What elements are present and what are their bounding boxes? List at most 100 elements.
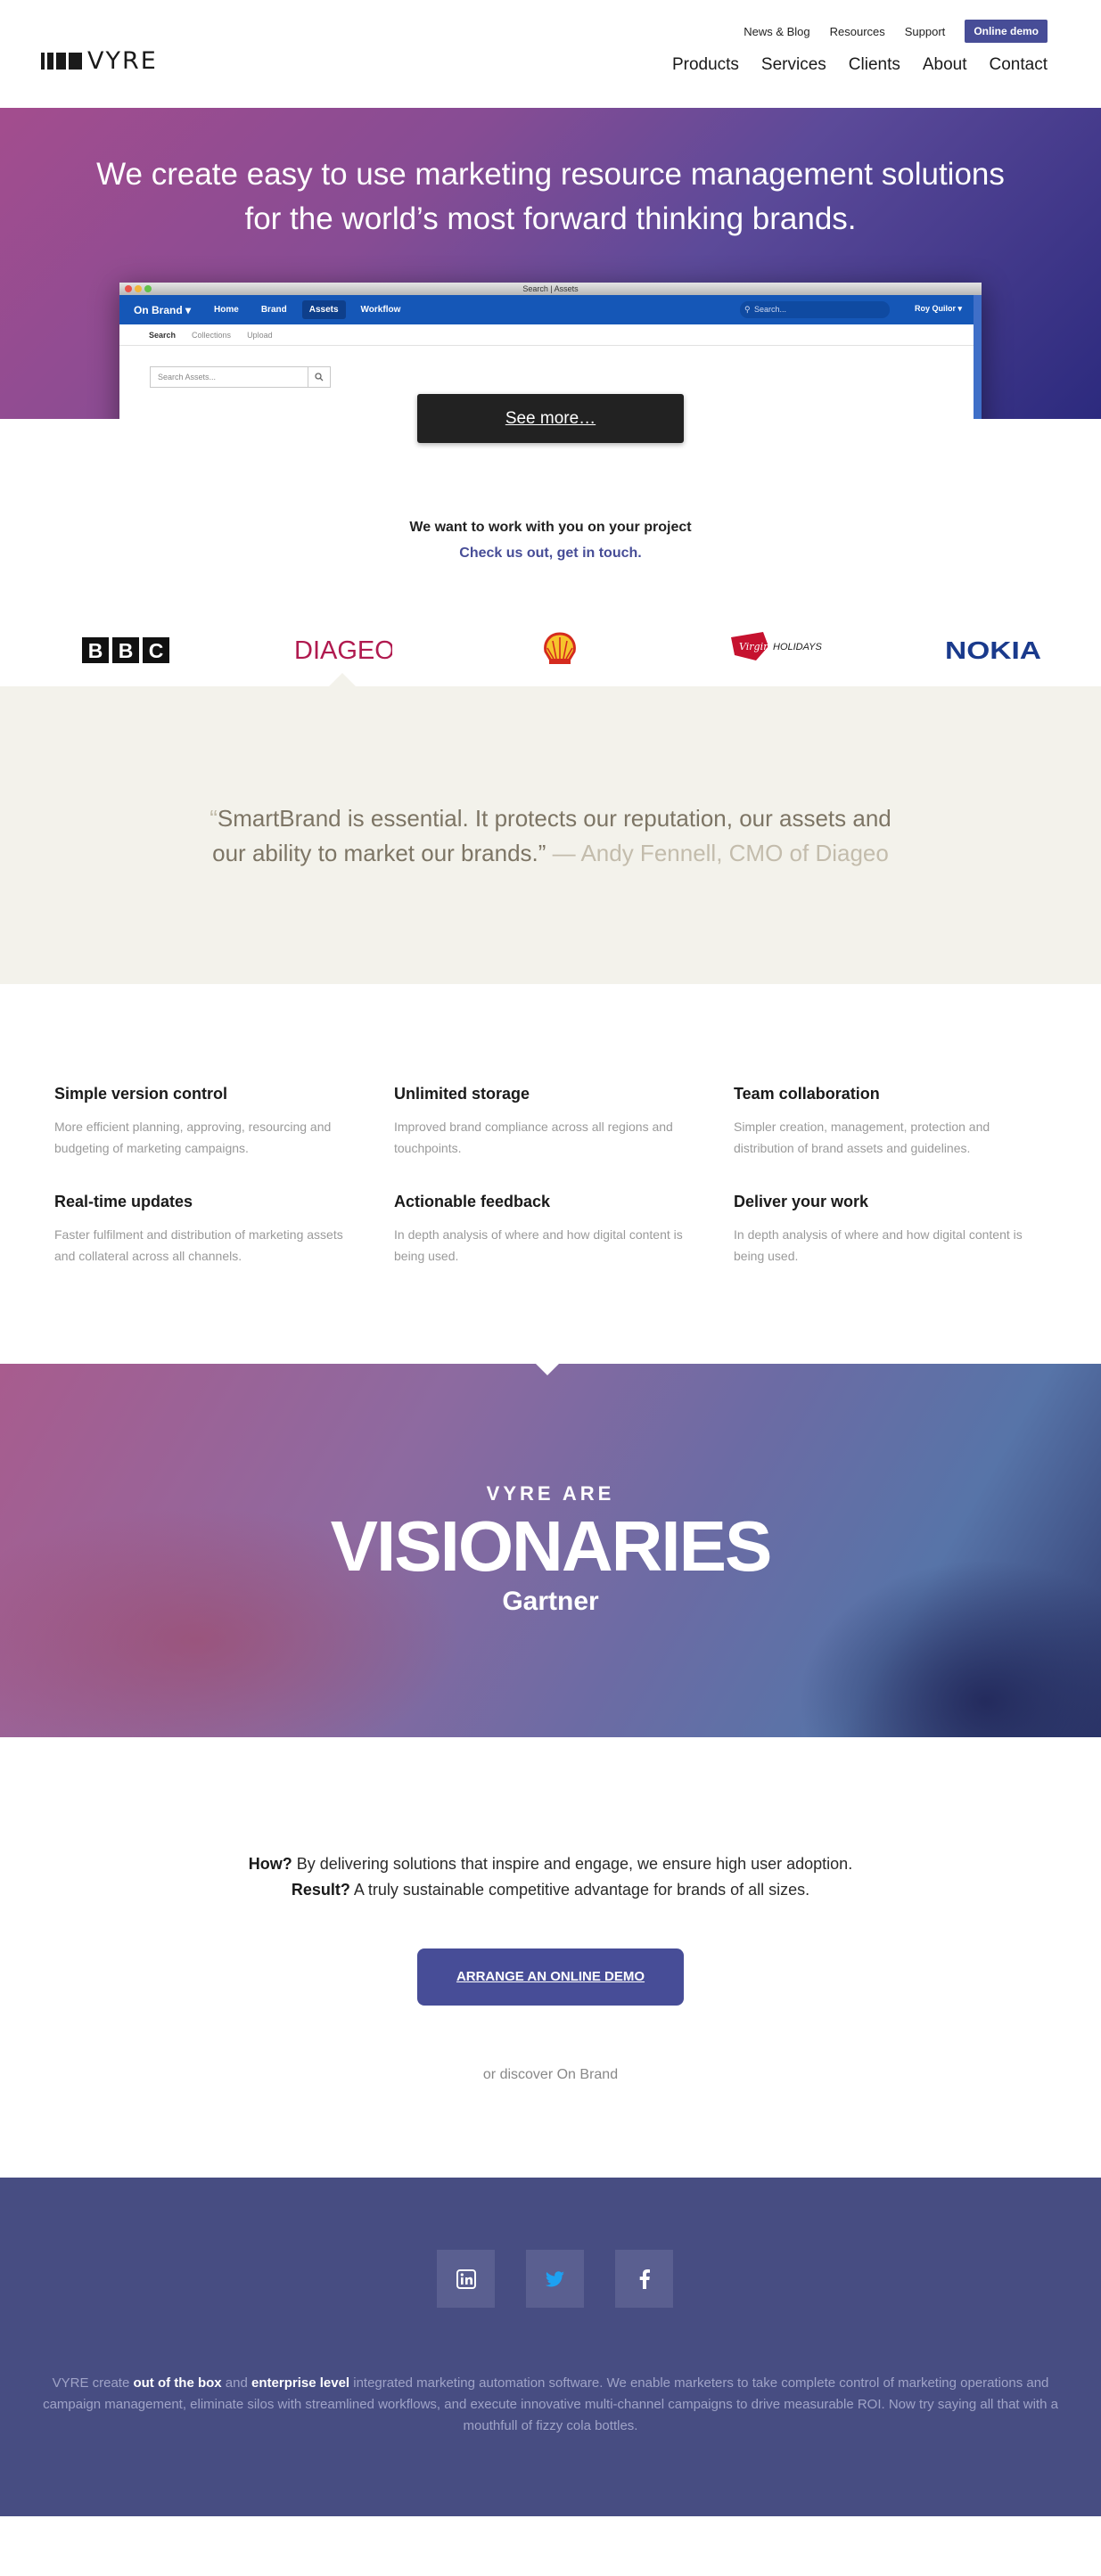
svg-text:DIAGEO: DIAGEO bbox=[294, 636, 392, 664]
result-text: A truly sustainable competitive advantag… bbox=[349, 1881, 810, 1899]
hero-title-line-1: We create easy to use marketing resource… bbox=[96, 157, 1005, 192]
quote-line-2: our ability to market our brands.” bbox=[212, 840, 546, 866]
social-links bbox=[437, 2250, 673, 2308]
svg-text:B: B bbox=[88, 639, 103, 662]
nav-news-blog[interactable]: News & Blog bbox=[744, 25, 809, 38]
utility-nav: News & Blog Resources Support Online dem… bbox=[744, 20, 1048, 43]
footer-blurb: VYRE create out of the box and enterpris… bbox=[43, 2375, 1058, 2433]
testimonial-pointer bbox=[328, 673, 357, 687]
logo-mark bbox=[41, 53, 82, 70]
subnav-collections: Collections bbox=[192, 330, 232, 340]
logo-wordmark: VYRE bbox=[87, 47, 158, 75]
twitter-button[interactable] bbox=[526, 2250, 584, 2308]
window-controls bbox=[125, 285, 152, 292]
linkedin-icon bbox=[456, 2268, 476, 2289]
main-nav: Products Services Clients About Contact bbox=[672, 55, 1048, 75]
testimonial-quote: “SmartBrand is essential. It protects ou… bbox=[0, 801, 1101, 871]
nav-contact[interactable]: Contact bbox=[990, 55, 1048, 75]
nav-products[interactable]: Products bbox=[672, 55, 739, 75]
hero-title: We create easy to use marketing resource… bbox=[0, 152, 1101, 242]
client-logos: B B C DIAGEO Virgin HOLIDAYS NOKIA bbox=[0, 619, 1101, 677]
gartner-source: Gartner bbox=[502, 1587, 599, 1616]
feature-title: Deliver your work bbox=[734, 1193, 869, 1210]
app-navbar: On Brand ▾ Home Brand Assets Workflow ⚲ … bbox=[119, 295, 982, 324]
see-more-button[interactable]: See more… bbox=[417, 394, 684, 443]
features-section: Simple version control More efficient pl… bbox=[0, 984, 1101, 1364]
testimonial-section: “SmartBrand is essential. It protects ou… bbox=[0, 673, 1101, 984]
browser-titlebar: Search | Assets bbox=[119, 283, 982, 295]
feature-text: Improved brand compliance across all reg… bbox=[394, 1120, 673, 1155]
asset-search-button bbox=[308, 366, 331, 388]
work-with-us-text: We want to work with you on your project bbox=[409, 520, 692, 535]
feature-title: Actionable feedback bbox=[394, 1193, 551, 1210]
diageo-logo: DIAGEO bbox=[294, 636, 392, 664]
how-section: How? By delivering solutions that inspir… bbox=[0, 1737, 1101, 2178]
quote-mark: “ bbox=[210, 805, 218, 832]
section-pointer bbox=[536, 1364, 559, 1375]
feature-text: Simpler creation, management, protection… bbox=[734, 1120, 990, 1155]
feature-item: Unlimited storage Improved brand complia… bbox=[394, 1085, 697, 1159]
site-header: VYRE News & Blog Resources Support Onlin… bbox=[0, 0, 1101, 108]
online-demo-button[interactable]: Online demo bbox=[965, 20, 1048, 43]
maximize-dot-icon bbox=[144, 285, 152, 292]
app-scrollbar bbox=[974, 295, 982, 419]
app-nav-home: Home bbox=[214, 305, 239, 315]
hero-title-line-2: for the world’s most forward thinking br… bbox=[244, 201, 857, 236]
feature-item: Deliver your work In depth analysis of w… bbox=[734, 1193, 1037, 1267]
app-nav-workflow: Workflow bbox=[360, 305, 401, 315]
feature-item: Team collaboration Simpler creation, man… bbox=[734, 1085, 1037, 1159]
work-with-us-section: We want to work with you on your project… bbox=[0, 419, 1101, 686]
svg-text:C: C bbox=[149, 639, 164, 662]
facebook-icon bbox=[639, 2268, 650, 2289]
magnifier-icon bbox=[315, 373, 324, 381]
vision-headline: VISIONARIES bbox=[330, 1506, 773, 1586]
feature-item: Actionable feedback In depth analysis of… bbox=[394, 1193, 697, 1267]
feature-item: Simple version control More efficient pl… bbox=[54, 1085, 357, 1159]
feature-title: Unlimited storage bbox=[394, 1085, 530, 1103]
quote-line-1: SmartBrand is essential. It protects our… bbox=[217, 805, 891, 832]
svg-text:HOLIDAYS: HOLIDAYS bbox=[773, 642, 822, 652]
svg-text:B: B bbox=[119, 639, 134, 662]
discover-on-brand-link[interactable]: or discover On Brand bbox=[0, 2067, 1101, 2083]
vyre-logo[interactable]: VYRE bbox=[41, 47, 158, 75]
how-text: By delivering solutions that inspire and… bbox=[292, 1855, 853, 1873]
svg-text:NOKIA: NOKIA bbox=[945, 637, 1041, 662]
shell-logo bbox=[542, 632, 578, 666]
app-nav-brand: Brand bbox=[260, 305, 287, 315]
quote-attribution: — Andy Fennell, CMO of Diageo bbox=[552, 840, 889, 866]
nav-resources[interactable]: Resources bbox=[830, 25, 885, 38]
facebook-button[interactable] bbox=[615, 2250, 673, 2308]
subnav-upload: Upload bbox=[247, 330, 273, 340]
vision-kicker: VYRE ARE bbox=[486, 1482, 615, 1505]
how-result-text: How? By delivering solutions that inspir… bbox=[0, 1851, 1101, 1903]
twitter-icon bbox=[545, 2270, 564, 2286]
feature-text: More efficient planning, approving, reso… bbox=[54, 1120, 332, 1155]
feature-title: Real-time updates bbox=[54, 1193, 193, 1210]
arrange-demo-button[interactable]: ARRANGE AN ONLINE DEMO bbox=[417, 1948, 684, 2006]
visionaries-banner: VYRE ARE VISIONARIES Gartner bbox=[0, 1364, 1101, 1737]
minimize-dot-icon bbox=[135, 285, 142, 292]
virgin-holidays-logo: Virgin HOLIDAYS bbox=[729, 628, 827, 664]
app-brand-menu: On Brand ▾ bbox=[134, 303, 192, 316]
asset-search: Search Assets... bbox=[150, 366, 331, 388]
app-user-menu: Roy Quilor ▾ bbox=[914, 304, 962, 313]
feature-item: Real-time updates Faster fulfilment and … bbox=[54, 1193, 357, 1267]
nav-services[interactable]: Services bbox=[761, 55, 826, 75]
feature-text: Faster fulfilment and distribution of ma… bbox=[54, 1227, 343, 1263]
search-icon: ⚲ bbox=[744, 305, 751, 314]
nav-support[interactable]: Support bbox=[905, 25, 946, 38]
nokia-logo: NOKIA bbox=[945, 637, 1043, 662]
linkedin-button[interactable] bbox=[437, 2250, 495, 2308]
nav-about[interactable]: About bbox=[923, 55, 967, 75]
nav-clients[interactable]: Clients bbox=[849, 55, 900, 75]
hero-section: We create easy to use marketing resource… bbox=[0, 108, 1101, 419]
svg-text:Virgin: Virgin bbox=[739, 641, 769, 652]
app-subnav: Search Collections Upload bbox=[119, 324, 982, 346]
asset-search-input: Search Assets... bbox=[150, 366, 308, 388]
browser-title: Search | Assets bbox=[522, 284, 579, 293]
app-search-field: ⚲ Search... bbox=[740, 301, 890, 318]
site-footer: VYRE create out of the box and enterpris… bbox=[0, 2178, 1101, 2516]
how-label: How? bbox=[248, 1855, 292, 1873]
get-in-touch-link[interactable]: Check us out, get in touch. bbox=[0, 546, 1101, 562]
feature-text: In depth analysis of where and how digit… bbox=[734, 1227, 1023, 1263]
